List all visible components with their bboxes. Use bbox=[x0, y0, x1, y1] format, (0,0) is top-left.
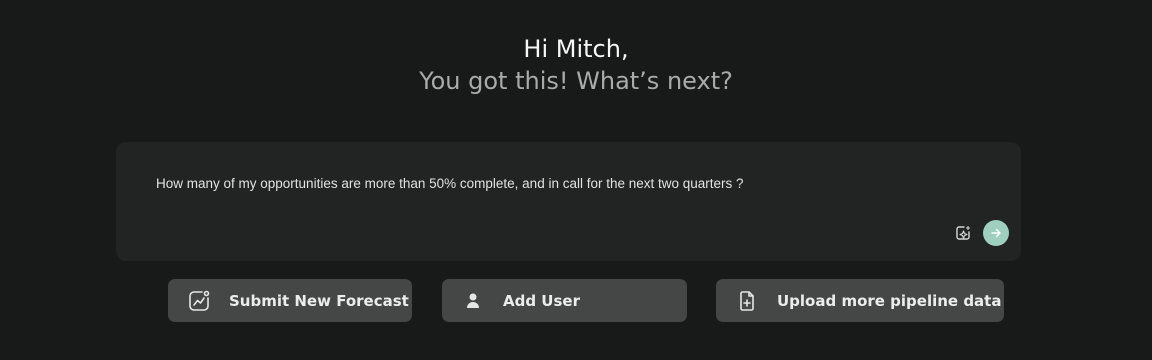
add-user-button[interactable]: Add User bbox=[442, 279, 687, 322]
greeting-subtitle: You got this! What’s next? bbox=[419, 67, 733, 95]
upload-pipeline-data-label: Upload more pipeline data bbox=[777, 291, 1002, 310]
greeting-title: Hi Mitch, bbox=[523, 35, 629, 63]
submit-new-forecast-button[interactable]: Submit New Forecast bbox=[168, 279, 412, 322]
upload-pipeline-data-button[interactable]: Upload more pipeline data bbox=[716, 279, 1004, 322]
submit-new-forecast-label: Submit New Forecast bbox=[229, 291, 409, 310]
prompt-input-box[interactable]: How many of my opportunities are more th… bbox=[116, 142, 1021, 261]
user-icon bbox=[461, 289, 485, 313]
ai-sparkle-icon bbox=[956, 225, 971, 240]
send-button[interactable] bbox=[983, 220, 1009, 246]
add-user-label: Add User bbox=[503, 291, 580, 310]
arrow-right-icon bbox=[991, 228, 1001, 238]
greeting-header: Hi Mitch, You got this! What’s next? bbox=[0, 33, 1152, 97]
chart-trend-icon bbox=[187, 289, 211, 313]
prompt-input-text[interactable]: How many of my opportunities are more th… bbox=[156, 176, 744, 191]
file-plus-icon bbox=[735, 289, 759, 313]
ai-sparkle-button[interactable] bbox=[953, 223, 973, 243]
